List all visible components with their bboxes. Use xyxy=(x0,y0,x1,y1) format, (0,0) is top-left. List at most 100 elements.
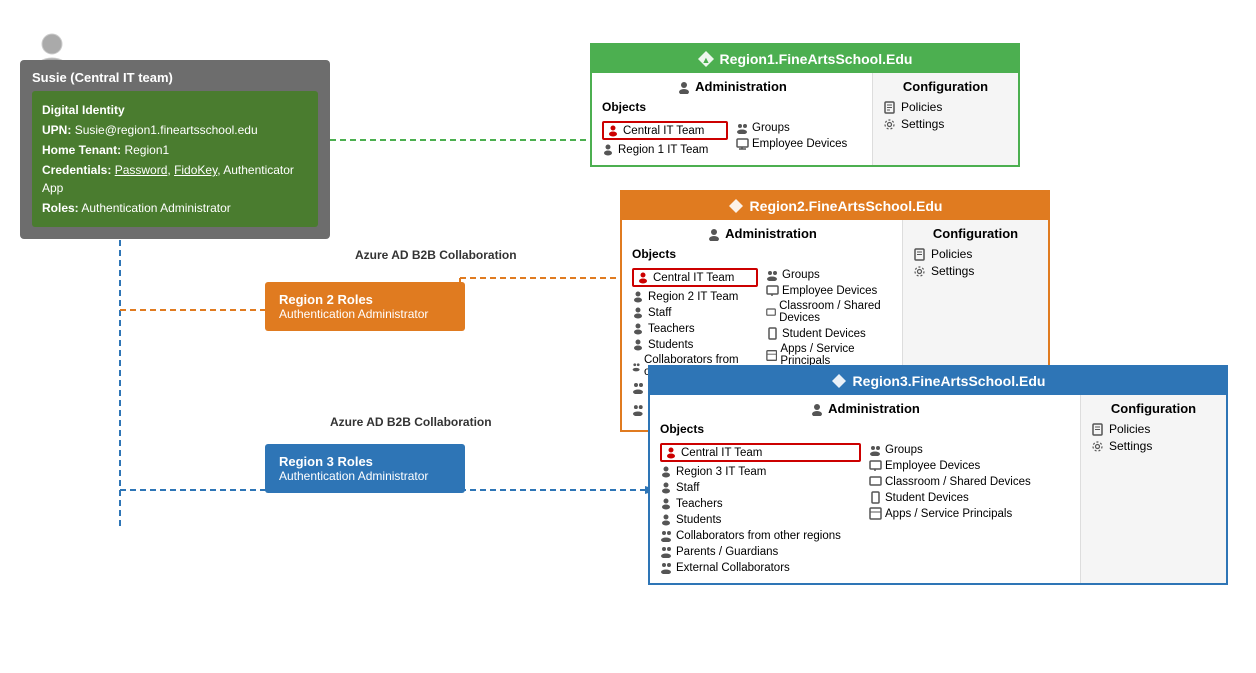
region3-student-devices: Student Devices xyxy=(869,491,1070,504)
region2-classroom-devices: Classroom / Shared Devices xyxy=(766,300,892,324)
central-it-team-icon xyxy=(607,124,620,137)
r3-policies-icon xyxy=(1091,423,1104,436)
region2-role-box: Region 2 Roles Authentication Administra… xyxy=(265,282,465,331)
r3-teachers-icon xyxy=(660,497,673,510)
region3-teachers: Teachers xyxy=(660,497,861,510)
employee-devices-icon xyxy=(736,137,749,150)
region3-config: Configuration Policies Settings xyxy=(1081,395,1226,583)
region1-title: Region1.FineArtsSchool.Edu xyxy=(720,51,913,67)
region1-admin-header: Administration xyxy=(602,79,862,94)
r3-settings-icon xyxy=(1091,440,1104,453)
it-team-icon xyxy=(602,143,615,156)
region2-admin-icon xyxy=(707,227,721,241)
r3-students-icon xyxy=(660,513,673,526)
region3-collaborators: Collaborators from other regions xyxy=(660,529,861,542)
r2-policies-icon xyxy=(913,248,926,261)
settings-icon xyxy=(883,118,896,131)
upn-line: UPN: Susie@region1.fineartsschool.edu xyxy=(42,121,308,139)
r3-external-icon xyxy=(660,561,673,574)
r2-collaborators-icon xyxy=(632,360,641,373)
region1-col2: Groups Employee Devices xyxy=(736,118,862,159)
region3-panel: Region3.FineArtsSchool.Edu Administratio… xyxy=(648,365,1228,585)
groups-icon xyxy=(736,121,749,134)
policies-icon xyxy=(883,101,896,114)
region2-config-header: Configuration xyxy=(913,226,1038,241)
region1-body: Administration Objects Central IT Team xyxy=(592,73,1018,165)
region3-col1: Central IT Team Region 3 IT Team Staff T… xyxy=(660,440,861,577)
r2-central-icon xyxy=(637,271,650,284)
region1-icon: ▲ xyxy=(698,51,714,67)
region3-role-sub: Authentication Administrator xyxy=(279,469,451,483)
r2-external-icon xyxy=(632,403,645,416)
r2-student-dev-icon xyxy=(766,327,779,340)
r2-parents-icon xyxy=(632,381,645,394)
region2-settings: Settings xyxy=(913,264,1038,278)
region2-role-sub: Authentication Administrator xyxy=(279,307,451,321)
r3-apps-icon xyxy=(869,507,882,520)
r2-groups-icon xyxy=(766,268,779,281)
admin-icon xyxy=(677,80,691,94)
region3-external: External Collaborators xyxy=(660,561,861,574)
r2-it-icon xyxy=(632,290,645,303)
susie-details: Digital Identity UPN: Susie@region1.fine… xyxy=(32,91,318,227)
region3-it-team: Region 3 IT Team xyxy=(660,465,861,478)
r3-groups-icon xyxy=(869,443,882,456)
r2-students-icon xyxy=(632,338,645,351)
region2-diamond-icon xyxy=(728,198,744,214)
region1-header: ▲ Region1.FineArtsSchool.Edu xyxy=(592,45,1018,73)
r3-collaborators-icon xyxy=(660,529,673,542)
region2-staff: Staff xyxy=(632,306,758,319)
region2-policies: Policies xyxy=(913,247,1038,261)
region2-role-title: Region 2 Roles xyxy=(279,292,451,307)
region2-employee-devices: Employee Devices xyxy=(766,284,892,297)
r3-central-icon xyxy=(665,446,678,459)
region1-config: Configuration Policies Settings xyxy=(873,73,1018,165)
region3-diamond-icon xyxy=(831,373,847,389)
r2-settings-icon xyxy=(913,265,926,278)
region3-apps: Apps / Service Principals xyxy=(869,507,1070,520)
roles-line: Roles: Authentication Administrator xyxy=(42,199,308,217)
region3-title: Region3.FineArtsSchool.Edu xyxy=(853,373,1046,389)
region2-admin-header: Administration xyxy=(632,226,892,241)
region2-apps: Apps / Service Principals xyxy=(766,343,892,367)
digital-identity-label: Digital Identity xyxy=(42,101,308,119)
r2-staff-icon xyxy=(632,306,645,319)
region3-parents: Parents / Guardians xyxy=(660,545,861,558)
region3-staff: Staff xyxy=(660,481,861,494)
region3-role-box: Region 3 Roles Authentication Administra… xyxy=(265,444,465,493)
region2-it-team: Region 2 IT Team xyxy=(632,290,758,303)
region1-it-team: Region 1 IT Team xyxy=(602,143,728,156)
region3-admin-icon xyxy=(810,402,824,416)
region3-objects-cols: Central IT Team Region 3 IT Team Staff T… xyxy=(660,440,1070,577)
region3-employee-devices: Employee Devices xyxy=(869,459,1070,472)
b2b-label-1: Azure AD B2B Collaboration xyxy=(355,248,517,262)
region1-employee-devices: Employee Devices xyxy=(736,137,862,150)
region1-policies: Policies xyxy=(883,100,1008,114)
region3-objects-label: Objects xyxy=(660,422,1070,436)
region1-config-header: Configuration xyxy=(883,79,1008,94)
region2-objects-label: Objects xyxy=(632,247,892,261)
region1-admin: Administration Objects Central IT Team xyxy=(592,73,873,165)
region1-objects-cols: Central IT Team Region 1 IT Team xyxy=(602,118,862,159)
region2-student-devices: Student Devices xyxy=(766,327,892,340)
region2-central-it-team: Central IT Team xyxy=(632,268,758,287)
region3-admin: Administration Objects Central IT Team R… xyxy=(650,395,1081,583)
r3-emp-dev-icon xyxy=(869,459,882,472)
region1-panel: ▲ Region1.FineArtsSchool.Edu Administrat… xyxy=(590,43,1020,167)
region3-classroom-devices: Classroom / Shared Devices xyxy=(869,475,1070,488)
r3-staff-icon xyxy=(660,481,673,494)
region2-title: Region2.FineArtsSchool.Edu xyxy=(750,198,943,214)
r2-apps-icon xyxy=(766,349,777,362)
svg-text:▲: ▲ xyxy=(701,55,710,65)
region3-settings: Settings xyxy=(1091,439,1216,453)
region3-header: Region3.FineArtsSchool.Edu xyxy=(650,367,1226,395)
r2-emp-dev-icon xyxy=(766,284,779,297)
r3-parents-icon xyxy=(660,545,673,558)
region1-central-it-team: Central IT Team xyxy=(602,121,728,140)
r3-it-icon xyxy=(660,465,673,478)
region3-admin-header: Administration xyxy=(660,401,1070,416)
region3-students: Students xyxy=(660,513,861,526)
r3-classroom-icon xyxy=(869,475,882,488)
r3-student-dev-icon xyxy=(869,491,882,504)
susie-title: Susie (Central IT team) xyxy=(32,70,318,85)
